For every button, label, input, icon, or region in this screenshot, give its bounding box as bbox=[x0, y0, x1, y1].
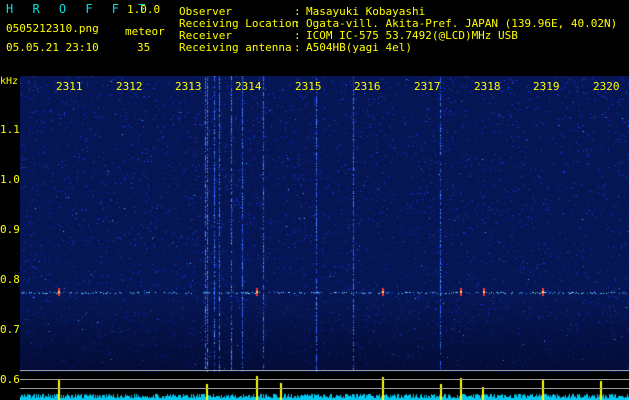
spectrogram bbox=[20, 76, 629, 372]
axis-unit-label: kHz bbox=[0, 76, 19, 87]
info-row-antenna: Receiving antenna: A504HB(yagi 4el) bbox=[179, 41, 412, 55]
time-tick-label: 2316 bbox=[354, 80, 381, 93]
info-value: A504HB(yagi 4el) bbox=[306, 41, 412, 54]
time-tick-label: 2317 bbox=[414, 80, 441, 93]
time-tick-label: 2314 bbox=[235, 80, 262, 93]
divider-line bbox=[20, 379, 629, 380]
y-tick-label: 0.6 bbox=[0, 373, 20, 386]
y-tick-label: 0.8 bbox=[0, 273, 20, 286]
divider-line bbox=[20, 388, 629, 389]
datetime-label: 05.05.21 23:10 bbox=[6, 41, 99, 54]
y-tick-label: 0.7 bbox=[0, 323, 20, 336]
app-version: 1.0.0 bbox=[127, 3, 161, 16]
meteor-count-strip bbox=[20, 372, 629, 400]
info-colon: : bbox=[294, 41, 301, 54]
spectrogram-canvas bbox=[20, 76, 629, 372]
time-tick-label: 2311 bbox=[56, 80, 83, 93]
time-tick-label: 2312 bbox=[116, 80, 143, 93]
meteor-count: 35 bbox=[137, 41, 151, 54]
y-tick-label: 0.9 bbox=[0, 223, 20, 236]
time-tick-label: 2315 bbox=[295, 80, 322, 93]
time-tick-label: 2319 bbox=[533, 80, 560, 93]
time-tick-label: 2318 bbox=[474, 80, 501, 93]
time-tick-label: 2320 bbox=[593, 80, 620, 93]
meteor-count-bars bbox=[20, 372, 629, 400]
hroft-screen: H R O F F T 1.0.0 0505212310.png meteor … bbox=[0, 0, 629, 400]
info-label: Receiving antenna bbox=[179, 41, 292, 54]
mode-label: meteor bbox=[125, 25, 165, 38]
divider-line bbox=[20, 370, 629, 371]
y-tick-label: 1.0 bbox=[0, 173, 20, 186]
filename-label: 0505212310.png bbox=[6, 22, 99, 35]
time-tick-label: 2313 bbox=[175, 80, 202, 93]
y-tick-label: 1.1 bbox=[0, 123, 20, 136]
